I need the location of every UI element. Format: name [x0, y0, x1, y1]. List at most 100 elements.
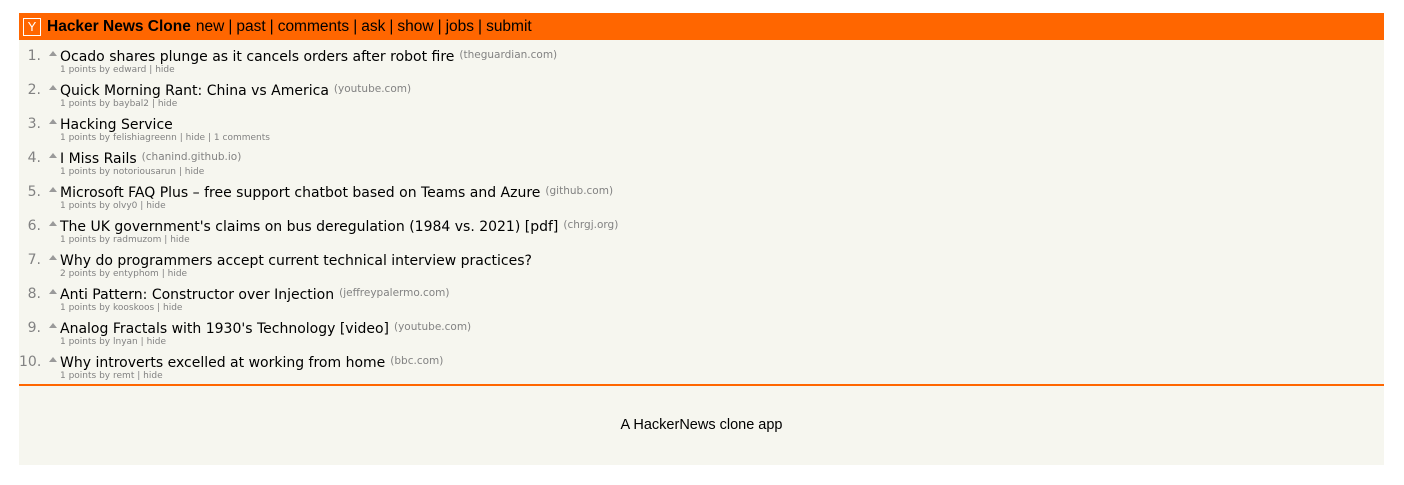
story-domain[interactable]: (bbc.com) — [390, 355, 443, 367]
story-points: 1 points by — [60, 201, 111, 211]
story-domain[interactable]: (theguardian.com) — [459, 49, 557, 61]
nav-separator: | — [353, 17, 358, 35]
upvote-arrow-icon[interactable] — [49, 255, 57, 260]
story-rank: 7. — [27, 252, 41, 268]
story-domain[interactable]: (chrgj.org) — [563, 219, 618, 231]
story-list: 1. Ocado shares plunge as it cancels orde… — [19, 40, 1384, 384]
story-title-link[interactable]: Anti Pattern: Constructor over Injection — [60, 287, 334, 303]
story-user-link[interactable]: kooskoos — [113, 303, 154, 313]
meta-separator: | — [137, 371, 141, 381]
story-points: 1 points by — [60, 167, 111, 177]
nav-past[interactable]: past — [236, 18, 265, 35]
nav-new[interactable]: new — [196, 18, 224, 35]
nav-jobs[interactable]: jobs — [446, 18, 474, 35]
story-row: 1. Ocado shares plunge as it cancels orde… — [19, 44, 1384, 78]
story-user-link[interactable]: remt — [113, 371, 134, 381]
story-row: 6. The UK government's claims on bus dere… — [19, 214, 1384, 248]
story-title-line: Quick Morning Rant: China vs America (you… — [60, 80, 411, 99]
nav-ask[interactable]: ask — [361, 18, 385, 35]
comments-link[interactable]: 1 comments — [214, 133, 270, 143]
story-title-link[interactable]: I Miss Rails — [60, 151, 137, 167]
story-title-link[interactable]: Hacking Service — [60, 117, 173, 133]
upvote-arrow-icon[interactable] — [49, 51, 57, 56]
story-rank: 9. — [27, 320, 41, 336]
nav-show[interactable]: show — [397, 18, 433, 35]
story-rank: 2. — [27, 82, 41, 98]
story-points: 2 points by — [60, 269, 111, 279]
upvote-arrow-icon[interactable] — [49, 221, 57, 226]
hide-link[interactable]: hide — [168, 269, 187, 279]
nav-separator: | — [437, 17, 442, 35]
story-meta: 2 points by entyphom | hide — [60, 269, 187, 279]
upvote-arrow-icon[interactable] — [49, 85, 57, 90]
story-user-link[interactable]: lnyan — [113, 337, 138, 347]
story-rank: 6. — [27, 218, 41, 234]
hide-link[interactable]: hide — [158, 99, 177, 109]
story-points: 1 points by — [60, 235, 111, 245]
story-points: 1 points by — [60, 303, 111, 313]
story-user-link[interactable]: entyphom — [113, 269, 159, 279]
upvote-arrow-icon[interactable] — [49, 187, 57, 192]
nav-submit[interactable]: submit — [486, 18, 532, 35]
upvote-arrow-icon[interactable] — [49, 153, 57, 158]
story-meta: 1 points by felishiagreenn | hide | 1 co… — [60, 133, 270, 143]
meta-separator: | — [140, 337, 144, 347]
story-user-link[interactable]: edward — [113, 65, 146, 75]
upvote-arrow-icon[interactable] — [49, 289, 57, 294]
story-user-link[interactable]: olvy0 — [113, 201, 137, 211]
meta-separator: | — [157, 303, 161, 313]
hide-link[interactable]: hide — [146, 201, 165, 211]
hide-link[interactable]: hide — [186, 133, 205, 143]
story-row: 7. Why do programmers accept current tech… — [19, 248, 1384, 282]
hide-link[interactable]: hide — [147, 337, 166, 347]
main-nav: new | past | comments | ask | show | jobs | submit — [196, 18, 532, 36]
upvote-arrow-icon[interactable] — [49, 119, 57, 124]
nav-separator: | — [478, 17, 483, 35]
footer-text: A HackerNews clone app — [620, 417, 783, 433]
story-title-link[interactable]: Why introverts excelled at working from … — [60, 355, 385, 371]
hide-link[interactable]: hide — [170, 235, 189, 245]
top-bar: Y Hacker News Clone new | past | comments | as… — [19, 13, 1384, 40]
logo-icon[interactable]: Y — [23, 17, 41, 36]
story-points: 1 points by — [60, 133, 111, 143]
nav-separator: | — [228, 17, 233, 35]
story-meta: 1 points by remt | hide — [60, 371, 163, 381]
story-user-link[interactable]: baybal2 — [113, 99, 149, 109]
story-title-line: Why introverts excelled at working from … — [60, 352, 443, 371]
story-rank: 4. — [27, 150, 41, 166]
story-title-line: Ocado shares plunge as it cancels orders… — [60, 46, 557, 65]
footer-divider — [19, 384, 1384, 386]
story-title-line: Microsoft FAQ Plus – free support chatbo… — [60, 182, 613, 201]
upvote-arrow-icon[interactable] — [49, 357, 57, 362]
story-meta: 1 points by edward | hide — [60, 65, 175, 75]
story-domain[interactable]: (youtube.com) — [394, 321, 471, 333]
story-title-link[interactable]: Analog Fractals with 1930's Technology [… — [60, 321, 389, 337]
story-domain[interactable]: (youtube.com) — [334, 83, 411, 95]
story-title-line: Why do programmers accept current techni… — [60, 250, 532, 269]
story-title-link[interactable]: Ocado shares plunge as it cancels orders… — [60, 49, 454, 65]
site-name[interactable]: Hacker News Clone — [47, 18, 191, 36]
nav-comments[interactable]: comments — [278, 18, 350, 35]
story-title-link[interactable]: Microsoft FAQ Plus – free support chatbo… — [60, 185, 540, 201]
story-user-link[interactable]: radmuzom — [113, 235, 161, 245]
story-domain[interactable]: (jeffreypalermo.com) — [339, 287, 449, 299]
story-title-line: I Miss Rails (chanind.github.io) — [60, 148, 241, 167]
meta-separator: | — [207, 133, 212, 143]
story-domain[interactable]: (chanind.github.io) — [142, 151, 242, 163]
meta-separator: | — [161, 269, 165, 279]
hide-link[interactable]: hide — [155, 65, 174, 75]
story-user-link[interactable]: felishiagreenn — [113, 133, 177, 143]
story-points: 1 points by — [60, 65, 111, 75]
story-user-link[interactable]: notoriousarun — [113, 167, 176, 177]
story-domain[interactable]: (github.com) — [545, 185, 613, 197]
story-title-link[interactable]: Why do programmers accept current techni… — [60, 253, 532, 269]
meta-separator: | — [151, 99, 155, 109]
story-row: 3. Hacking Service 1 points by felishiagre… — [19, 112, 1384, 146]
story-title-link[interactable]: The UK government's claims on bus deregu… — [60, 219, 558, 235]
hide-link[interactable]: hide — [185, 167, 204, 177]
hide-link[interactable]: hide — [143, 371, 162, 381]
story-rank: 3. — [27, 116, 41, 132]
upvote-arrow-icon[interactable] — [49, 323, 57, 328]
hide-link[interactable]: hide — [163, 303, 182, 313]
story-title-link[interactable]: Quick Morning Rant: China vs America — [60, 83, 329, 99]
